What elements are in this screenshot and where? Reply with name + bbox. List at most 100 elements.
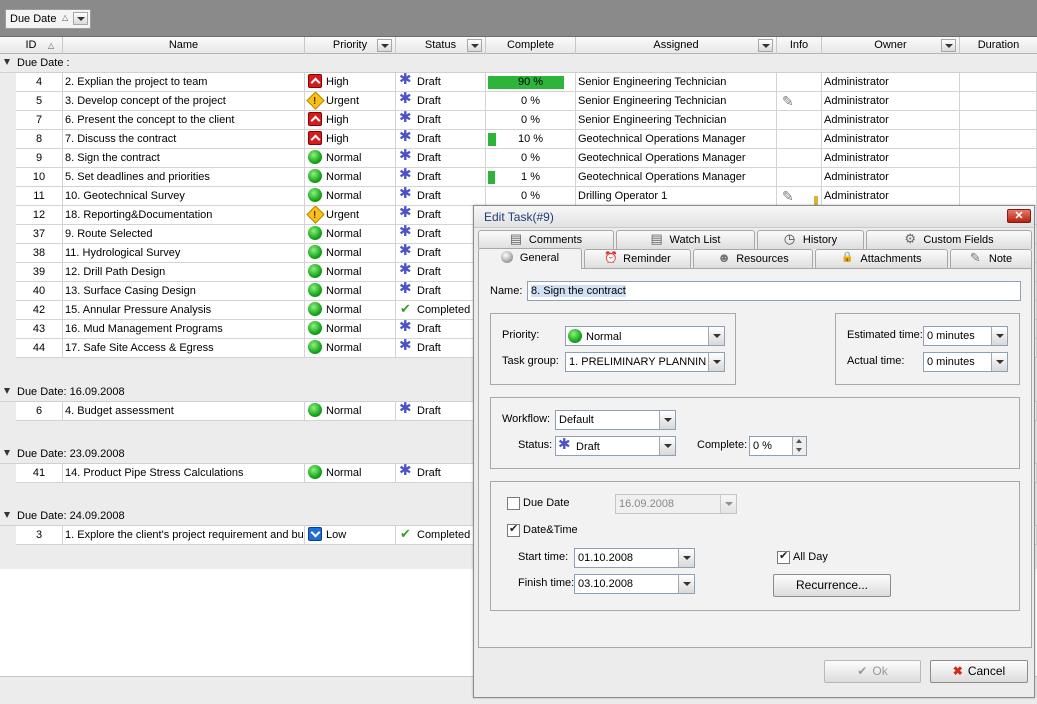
group-chip-due-date[interactable]: Due Date △ <box>5 9 91 29</box>
filter-dropdown-icon[interactable] <box>941 39 956 52</box>
finish-time-picker[interactable]: 03.10.2008 <box>574 574 695 594</box>
chevron-down-icon[interactable] <box>659 411 675 429</box>
table-row[interactable]: 1110. Geotechnical Survey Normal Draft 0 % D… <box>0 187 1037 206</box>
complete-value: 0 % <box>521 190 540 202</box>
estimated-time-select[interactable]: 0 minutes <box>923 326 1008 346</box>
tab-watch-list[interactable]: Watch List <box>616 230 755 249</box>
filter-dropdown-icon[interactable] <box>758 39 773 52</box>
spinner-arrows-icon[interactable] <box>792 437 806 455</box>
tab-general[interactable]: General <box>478 248 582 269</box>
table-row[interactable]: 87. Discuss the contract High Draft 10 % Geo… <box>0 130 1037 149</box>
cell-name: 18. Reporting&Documentation <box>63 206 305 225</box>
cell-complete: 0 % <box>486 111 576 130</box>
expand-collapse-icon[interactable] <box>4 59 10 65</box>
column-header-priority[interactable]: Priority <box>305 37 396 54</box>
table-row[interactable]: 98. Sign the contract Normal Draft 0 % Geote… <box>0 149 1037 168</box>
expand-collapse-icon[interactable] <box>4 512 10 518</box>
due-date-label: Due Date <box>523 497 570 509</box>
dates-group-box: Due Date 16.09.2008 Date&Time Start time… <box>490 481 1020 611</box>
cell-name: 12. Drill Path Design <box>63 263 305 282</box>
actual-time-select[interactable]: 0 minutes <box>923 352 1008 372</box>
table-row[interactable]: 7 6. Present the concept to the client Hig… <box>0 111 1037 130</box>
column-header-owner[interactable]: Owner <box>822 37 960 54</box>
name-input[interactable]: 8. Sign the contract <box>527 281 1021 301</box>
chevron-down-icon[interactable] <box>678 549 694 567</box>
tab-history[interactable]: History <box>757 230 864 249</box>
priority-select[interactable]: Normal <box>565 326 725 346</box>
task-group-label: Task group: <box>502 355 559 367</box>
status-label: Draft <box>417 190 441 202</box>
cell-info <box>777 130 822 149</box>
cell-priority: Normal <box>305 225 396 244</box>
close-icon[interactable]: ✕ <box>1007 209 1031 223</box>
tab-comments[interactable]: Comments <box>478 230 614 249</box>
note-icon[interactable] <box>782 92 796 110</box>
start-time-picker[interactable]: 01.10.2008 <box>574 548 695 568</box>
chevron-down-icon[interactable] <box>991 327 1007 345</box>
cell-status: Draft <box>396 130 486 149</box>
tab-custom-fields[interactable]: Custom Fields <box>866 230 1032 249</box>
date-time-checkbox[interactable] <box>507 522 520 537</box>
filter-dropdown-icon[interactable] <box>467 39 482 52</box>
all-day-label: All Day <box>793 551 828 563</box>
cancel-button[interactable]: ✖ Cancel <box>930 660 1028 683</box>
normal-priority-icon <box>308 302 322 316</box>
task-group-select[interactable]: 1. PRELIMINARY PLANNIN <box>565 352 725 372</box>
cell-priority: Normal <box>305 320 396 339</box>
cell-priority: High <box>305 73 396 92</box>
recurrence-button[interactable]: Recurrence... <box>773 574 891 597</box>
column-header-complete[interactable]: Complete <box>486 37 576 54</box>
table-row[interactable]: 53. Develop concept of the project Urgent… <box>0 92 1037 111</box>
tab-reminder[interactable]: Reminder <box>584 249 691 268</box>
column-header-id[interactable]: ID △ <box>0 37 63 54</box>
filter-dropdown-icon[interactable] <box>377 39 392 52</box>
chevron-down-icon[interactable] <box>708 353 724 371</box>
row-indent <box>0 301 16 320</box>
column-header-info[interactable]: Info <box>777 37 822 54</box>
group-chip-dropdown-icon[interactable] <box>73 12 88 25</box>
group-chip-label: Due Date <box>10 13 57 25</box>
priority-group-box: Priority: Normal Task group: 1. PRELIMIN… <box>490 313 736 385</box>
priority-label: Normal <box>326 342 362 354</box>
chevron-down-icon[interactable] <box>659 437 675 455</box>
completed-status-icon <box>399 301 413 318</box>
expand-collapse-icon[interactable] <box>4 388 10 394</box>
progress-bar-fill <box>488 171 495 184</box>
workflow-select[interactable]: Default <box>555 410 676 430</box>
column-header-duration[interactable]: Duration <box>960 37 1037 54</box>
due-date-checkbox[interactable] <box>507 497 520 510</box>
cell-complete: 90 % <box>486 73 576 92</box>
status-select[interactable]: Draft <box>555 436 676 456</box>
table-row[interactable]: 105. Set deadlines and priorities Normal D… <box>0 168 1037 187</box>
cell-name: 15. Annular Pressure Analysis <box>63 301 305 320</box>
expand-collapse-icon[interactable] <box>4 450 10 456</box>
tab-attachments[interactable]: Attachments <box>815 249 948 268</box>
cell-status: Draft <box>396 187 486 206</box>
ok-button[interactable]: ✔ Ok <box>824 660 921 683</box>
group-row[interactable]: Due Date : <box>0 54 1037 73</box>
status-label: Draft <box>417 114 441 126</box>
cell-duration <box>960 92 1037 111</box>
estimated-time-value: 0 minutes <box>927 330 975 342</box>
status-label: Draft <box>417 76 441 88</box>
column-header-row: ID △ Name Priority Status Complete Assig… <box>0 37 1037 54</box>
chevron-down-icon[interactable] <box>678 575 694 593</box>
table-row[interactable]: 42. Explian the project to team High Draft… <box>0 73 1037 92</box>
tab-note[interactable]: Note <box>950 249 1032 268</box>
tab-resources[interactable]: Resources <box>693 249 813 268</box>
normal-priority-icon <box>308 321 322 335</box>
cell-info <box>777 73 822 92</box>
column-header-assigned[interactable]: Assigned <box>576 37 777 54</box>
chevron-down-icon[interactable] <box>991 353 1007 371</box>
all-day-checkbox[interactable] <box>777 549 790 564</box>
due-date-picker[interactable]: 16.09.2008 <box>615 494 737 514</box>
chevron-down-icon[interactable] <box>720 495 736 513</box>
note-icon[interactable] <box>782 187 818 205</box>
column-header-name[interactable]: Name <box>63 37 305 54</box>
row-indent <box>0 339 16 358</box>
alarm-clock-icon <box>604 249 618 267</box>
chevron-down-icon[interactable] <box>708 327 724 345</box>
cell-id: 9 <box>16 149 63 168</box>
column-header-status[interactable]: Status <box>396 37 486 54</box>
complete-spinner[interactable]: 0 % <box>749 436 807 456</box>
